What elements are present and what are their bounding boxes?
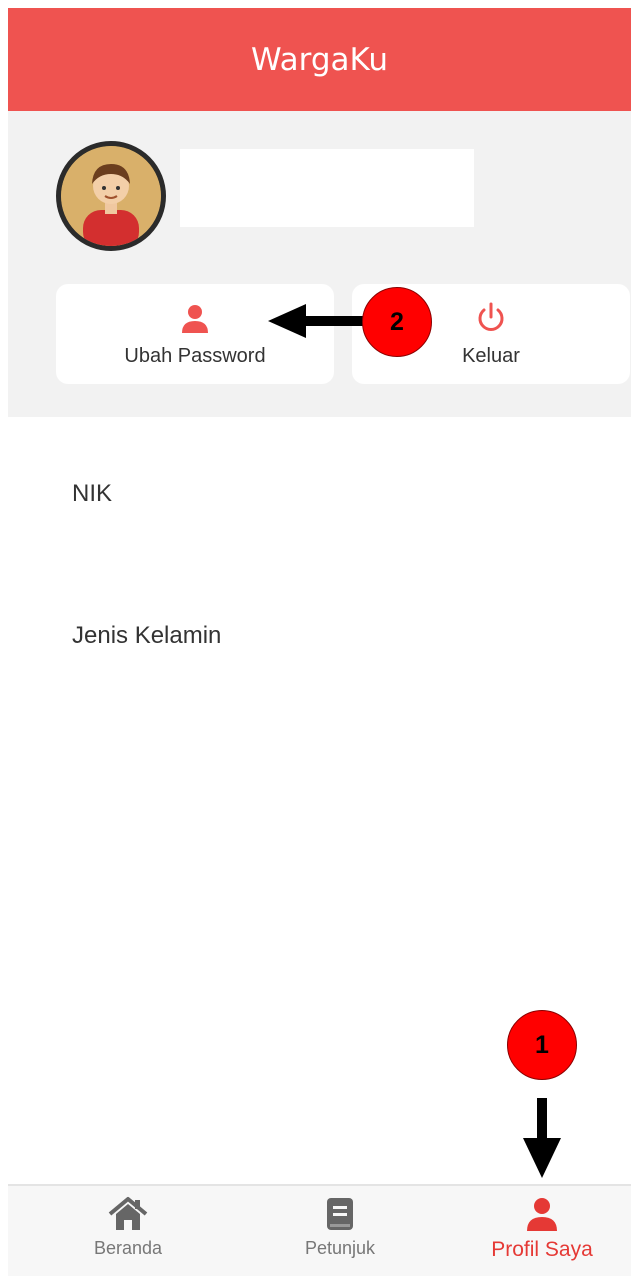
nav-label-beranda: Beranda (93, 1238, 163, 1258)
nav-item-petunjuk[interactable]: Petunjuk (260, 1196, 420, 1259)
power-icon (478, 302, 504, 331)
nav-label-profil-saya: Profil Saya (491, 1238, 593, 1261)
profile-name-field (180, 149, 474, 227)
change-password-label: Ubah Password (124, 344, 266, 367)
user-icon (182, 304, 208, 333)
nik-label: NIK (72, 480, 113, 507)
bottom-nav: Beranda Petunjuk Profil Saya (8, 1184, 631, 1276)
nav-label-petunjuk: Petunjuk (304, 1238, 376, 1258)
nav-item-beranda[interactable]: Beranda (48, 1196, 208, 1259)
home-icon (108, 1197, 148, 1230)
annotation-badge-2: 2 (362, 287, 432, 357)
nav-item-profil-saya[interactable]: Profil Saya (462, 1196, 622, 1262)
avatar (56, 141, 166, 251)
book-icon (327, 1198, 353, 1230)
arrow-left-icon (268, 304, 368, 338)
annotation-badge-1: 1 (507, 1010, 577, 1080)
profile-section: Ubah Password Keluar (8, 111, 631, 417)
arrow-down-icon (523, 1098, 561, 1178)
app-header: WargaKu (8, 8, 631, 111)
gender-label: Jenis Kelamin (72, 622, 222, 649)
logout-label: Keluar (462, 344, 520, 367)
app-title: WargaKu (251, 41, 388, 78)
avatar-icon (61, 146, 161, 246)
user-icon (527, 1198, 557, 1231)
